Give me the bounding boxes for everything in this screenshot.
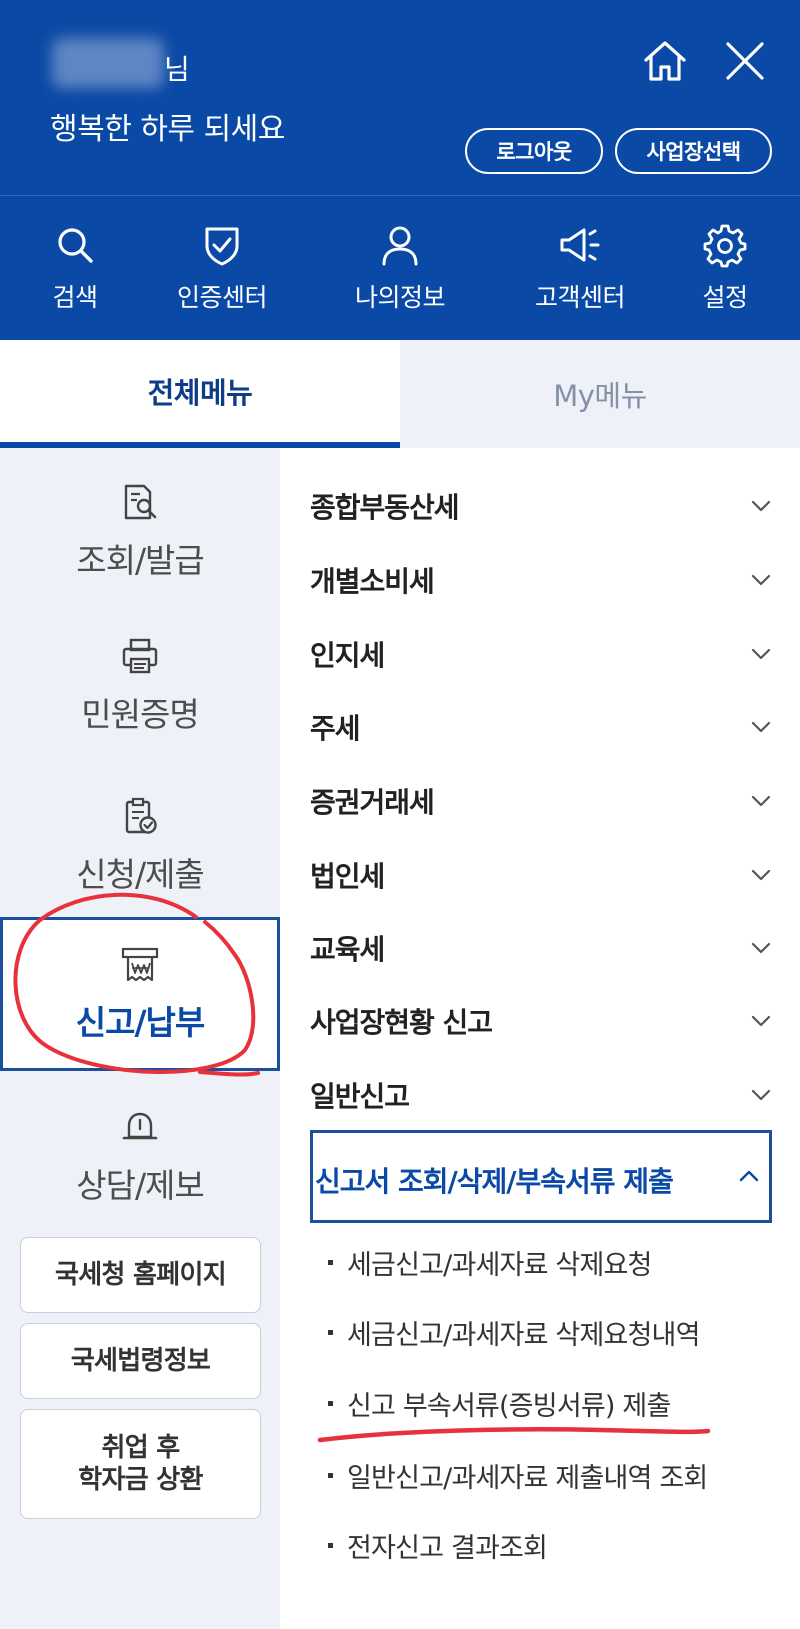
chevron-down-icon <box>751 500 771 512</box>
category-inquiry-issue[interactable]: 조회/발급 <box>0 482 280 582</box>
submenu-label: 신고 부속서류(증빙서류) 제출 <box>347 1390 671 1422</box>
chevron-down-icon <box>751 1089 771 1101</box>
shield-check-icon <box>205 227 239 266</box>
greeting-suffix: 님 <box>164 53 190 86</box>
nts-homepage-button[interactable]: 국세청 홈페이지 <box>20 1237 261 1313</box>
chevron-down-icon <box>751 795 771 807</box>
menu-item-label: 일반신고 <box>310 1080 410 1113</box>
category-consult-report[interactable]: 상담/제보 <box>0 1107 280 1207</box>
menu-item-education-tax[interactable]: 교육세 <box>280 911 800 985</box>
bullet-icon <box>328 1400 333 1406</box>
chevron-down-icon <box>751 721 771 733</box>
quick-nav-customer-center[interactable]: 고객센터 <box>505 222 655 314</box>
document-search-icon <box>124 484 157 520</box>
blurred-username <box>52 38 164 88</box>
menu-item-label: 주세 <box>310 712 361 745</box>
category-label: 상담/제보 <box>76 1166 205 1205</box>
category-apply-submit[interactable]: 신청/제출 <box>0 796 280 896</box>
clipboard-check-icon <box>125 797 157 834</box>
quick-nav-label: 고객센터 <box>534 283 626 312</box>
bullet-icon <box>328 1259 333 1265</box>
category-label: 신청/제출 <box>76 855 205 894</box>
menu-item-comprehensive-real-estate-tax[interactable]: 종합부동산세 <box>280 469 800 543</box>
quick-nav-my-info[interactable]: 나의정보 <box>325 222 475 314</box>
submenu-label: 일반신고/과세자료 제출내역 조회 <box>347 1462 708 1494</box>
menu-item-securities-transaction-tax[interactable]: 증권거래세 <box>280 764 800 838</box>
bullet-icon <box>328 1472 333 1478</box>
menu-item-label: 인지세 <box>310 639 385 672</box>
receipt-won-icon <box>121 947 159 982</box>
submenu-item-e-filing-result[interactable]: 전자신고 결과조회 <box>328 1515 788 1575</box>
gear-icon <box>703 224 747 268</box>
quick-nav-label: 나의정보 <box>354 283 446 312</box>
chevron-down-icon <box>751 869 771 881</box>
menu-item-label: 교육세 <box>310 933 385 966</box>
menu-item-label: 사업장현황 신고 <box>310 1006 493 1039</box>
quick-nav-search[interactable]: 검색 <box>0 222 150 314</box>
chevron-down-icon <box>751 1015 771 1027</box>
submenu-item-delete-request[interactable]: 세금신고/과세자료 삭제요청 <box>328 1232 788 1292</box>
submenu-item-attachment-submit[interactable]: 신고 부속서류(증빙서류) 제출 <box>328 1373 788 1433</box>
submenu-label: 전자신고 결과조회 <box>347 1532 548 1564</box>
menu-item-label: 법인세 <box>310 860 385 893</box>
menu-item-label: 신고서 조회/삭제/부속서류 제출 <box>315 1165 674 1198</box>
menu-item-label: 종합부동산세 <box>310 491 460 524</box>
tab-all-menu[interactable]: 전체메뉴 <box>0 340 400 448</box>
submenu-item-delete-request-history[interactable]: 세금신고/과세자료 삭제요청내역 <box>328 1302 788 1362</box>
menu-item-liquor-tax[interactable]: 주세 <box>280 690 800 764</box>
user-icon <box>382 226 418 266</box>
menu-item-label: 증권거래세 <box>310 786 435 819</box>
submenu-label: 세금신고/과세자료 삭제요청 <box>347 1249 652 1281</box>
menu-item-report-inquiry-delete-submit[interactable]: 신고서 조회/삭제/부속서류 제출 <box>310 1130 772 1223</box>
chevron-down-icon <box>751 574 771 586</box>
menu-item-general-report[interactable]: 일반신고 <box>280 1058 800 1132</box>
category-label: 조회/발급 <box>76 541 205 580</box>
app-header: 님 행복한 하루 되세요 로그아웃 사업장선택 검색 인증센터 나의정보 고객센… <box>0 0 800 340</box>
menu-item-label: 개별소비세 <box>310 565 435 598</box>
greeting-text: 행복한 하루 되세요 <box>50 112 285 147</box>
submenu-item-submission-history[interactable]: 일반신고/과세자료 제출내역 조회 <box>328 1445 788 1505</box>
menu-item-business-status-report[interactable]: 사업장현황 신고 <box>280 984 800 1058</box>
close-icon[interactable] <box>720 36 770 86</box>
menu-item-individual-consumption-tax[interactable]: 개별소비세 <box>280 543 800 617</box>
tab-my-menu[interactable]: My메뉴 <box>400 340 800 448</box>
chevron-down-icon <box>751 942 771 954</box>
tax-law-info-button[interactable]: 국세법령정보 <box>20 1323 261 1399</box>
category-label: 민원증명 <box>81 695 199 734</box>
menu-item-corporate-tax[interactable]: 법인세 <box>280 838 800 912</box>
student-loan-repayment-button[interactable]: 취업 후 학자금 상환 <box>20 1409 261 1519</box>
chevron-up-icon <box>739 1170 759 1182</box>
category-civil-certificate[interactable]: 민원증명 <box>0 636 280 736</box>
site-select-button[interactable]: 사업장선택 <box>615 128 772 174</box>
category-report-payment[interactable]: 신고/납부 <box>0 917 280 1071</box>
bullet-icon <box>328 1329 333 1335</box>
menu-item-stamp-tax[interactable]: 인지세 <box>280 617 800 691</box>
search-icon <box>58 228 93 263</box>
printer-icon <box>122 638 158 674</box>
home-icon[interactable] <box>640 36 690 86</box>
bell-icon <box>122 1112 158 1140</box>
megaphone-icon <box>560 228 600 262</box>
logout-button[interactable]: 로그아웃 <box>465 128 603 174</box>
quick-nav-auth-center[interactable]: 인증센터 <box>147 222 297 314</box>
header-divider <box>0 195 800 196</box>
chevron-down-icon <box>751 648 771 660</box>
quick-nav-label: 검색 <box>52 283 98 312</box>
quick-nav-label: 인증센터 <box>176 283 268 312</box>
submenu-label: 세금신고/과세자료 삭제요청내역 <box>347 1319 700 1351</box>
quick-nav-label: 설정 <box>702 283 748 312</box>
bullet-icon <box>328 1542 333 1548</box>
quick-nav-settings[interactable]: 설정 <box>650 222 800 314</box>
category-label: 신고/납부 <box>75 1003 205 1042</box>
